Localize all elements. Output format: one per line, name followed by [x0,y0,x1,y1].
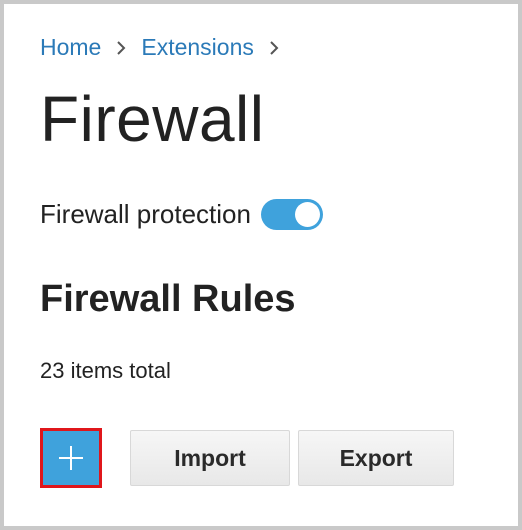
breadcrumb-home-link[interactable]: Home [40,34,101,61]
breadcrumb: Home Extensions [40,32,294,62]
firewall-protection-row: Firewall protection [40,196,323,232]
import-button[interactable]: Import [130,430,290,486]
toggle-knob [294,201,320,227]
firewall-protection-toggle[interactable] [260,198,323,230]
firewall-rules-title: Firewall Rules [40,278,296,320]
page-title: Firewall [40,83,265,155]
add-rule-button[interactable] [40,428,102,488]
firewall-protection-label: Firewall protection [40,198,251,229]
chevron-right-icon [101,34,141,61]
chevron-right-icon [254,34,294,61]
export-button[interactable]: Export [298,430,454,486]
items-total-count: 23 items total [40,358,171,383]
breadcrumb-extensions-link[interactable]: Extensions [141,34,254,61]
page-frame: Home Extensions Firewall Firewall protec… [0,0,522,530]
